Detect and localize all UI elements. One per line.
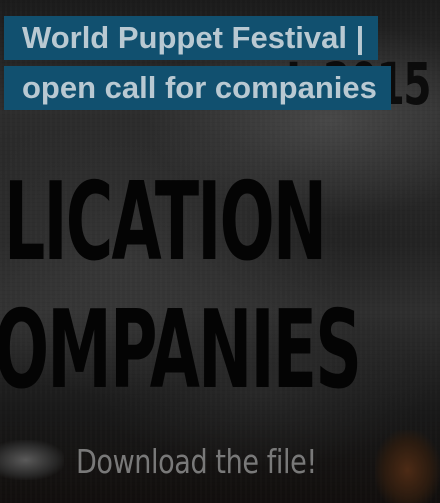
poster-download-text: Download the file! — [76, 442, 317, 481]
article-title-text[interactable]: World Puppet Festival | open call for co… — [4, 16, 391, 110]
poster-headline-line-1: LICATION — [4, 160, 327, 285]
poster-puppet-prop-left — [0, 440, 64, 480]
poster-puppet-prop-right — [375, 430, 440, 503]
article-title[interactable]: World Puppet Festival | open call for co… — [4, 13, 404, 113]
article-card[interactable]: L 2015 LICATION OMPANIES Download the fi… — [0, 0, 440, 503]
poster-headline-line-2: OMPANIES — [0, 288, 362, 413]
